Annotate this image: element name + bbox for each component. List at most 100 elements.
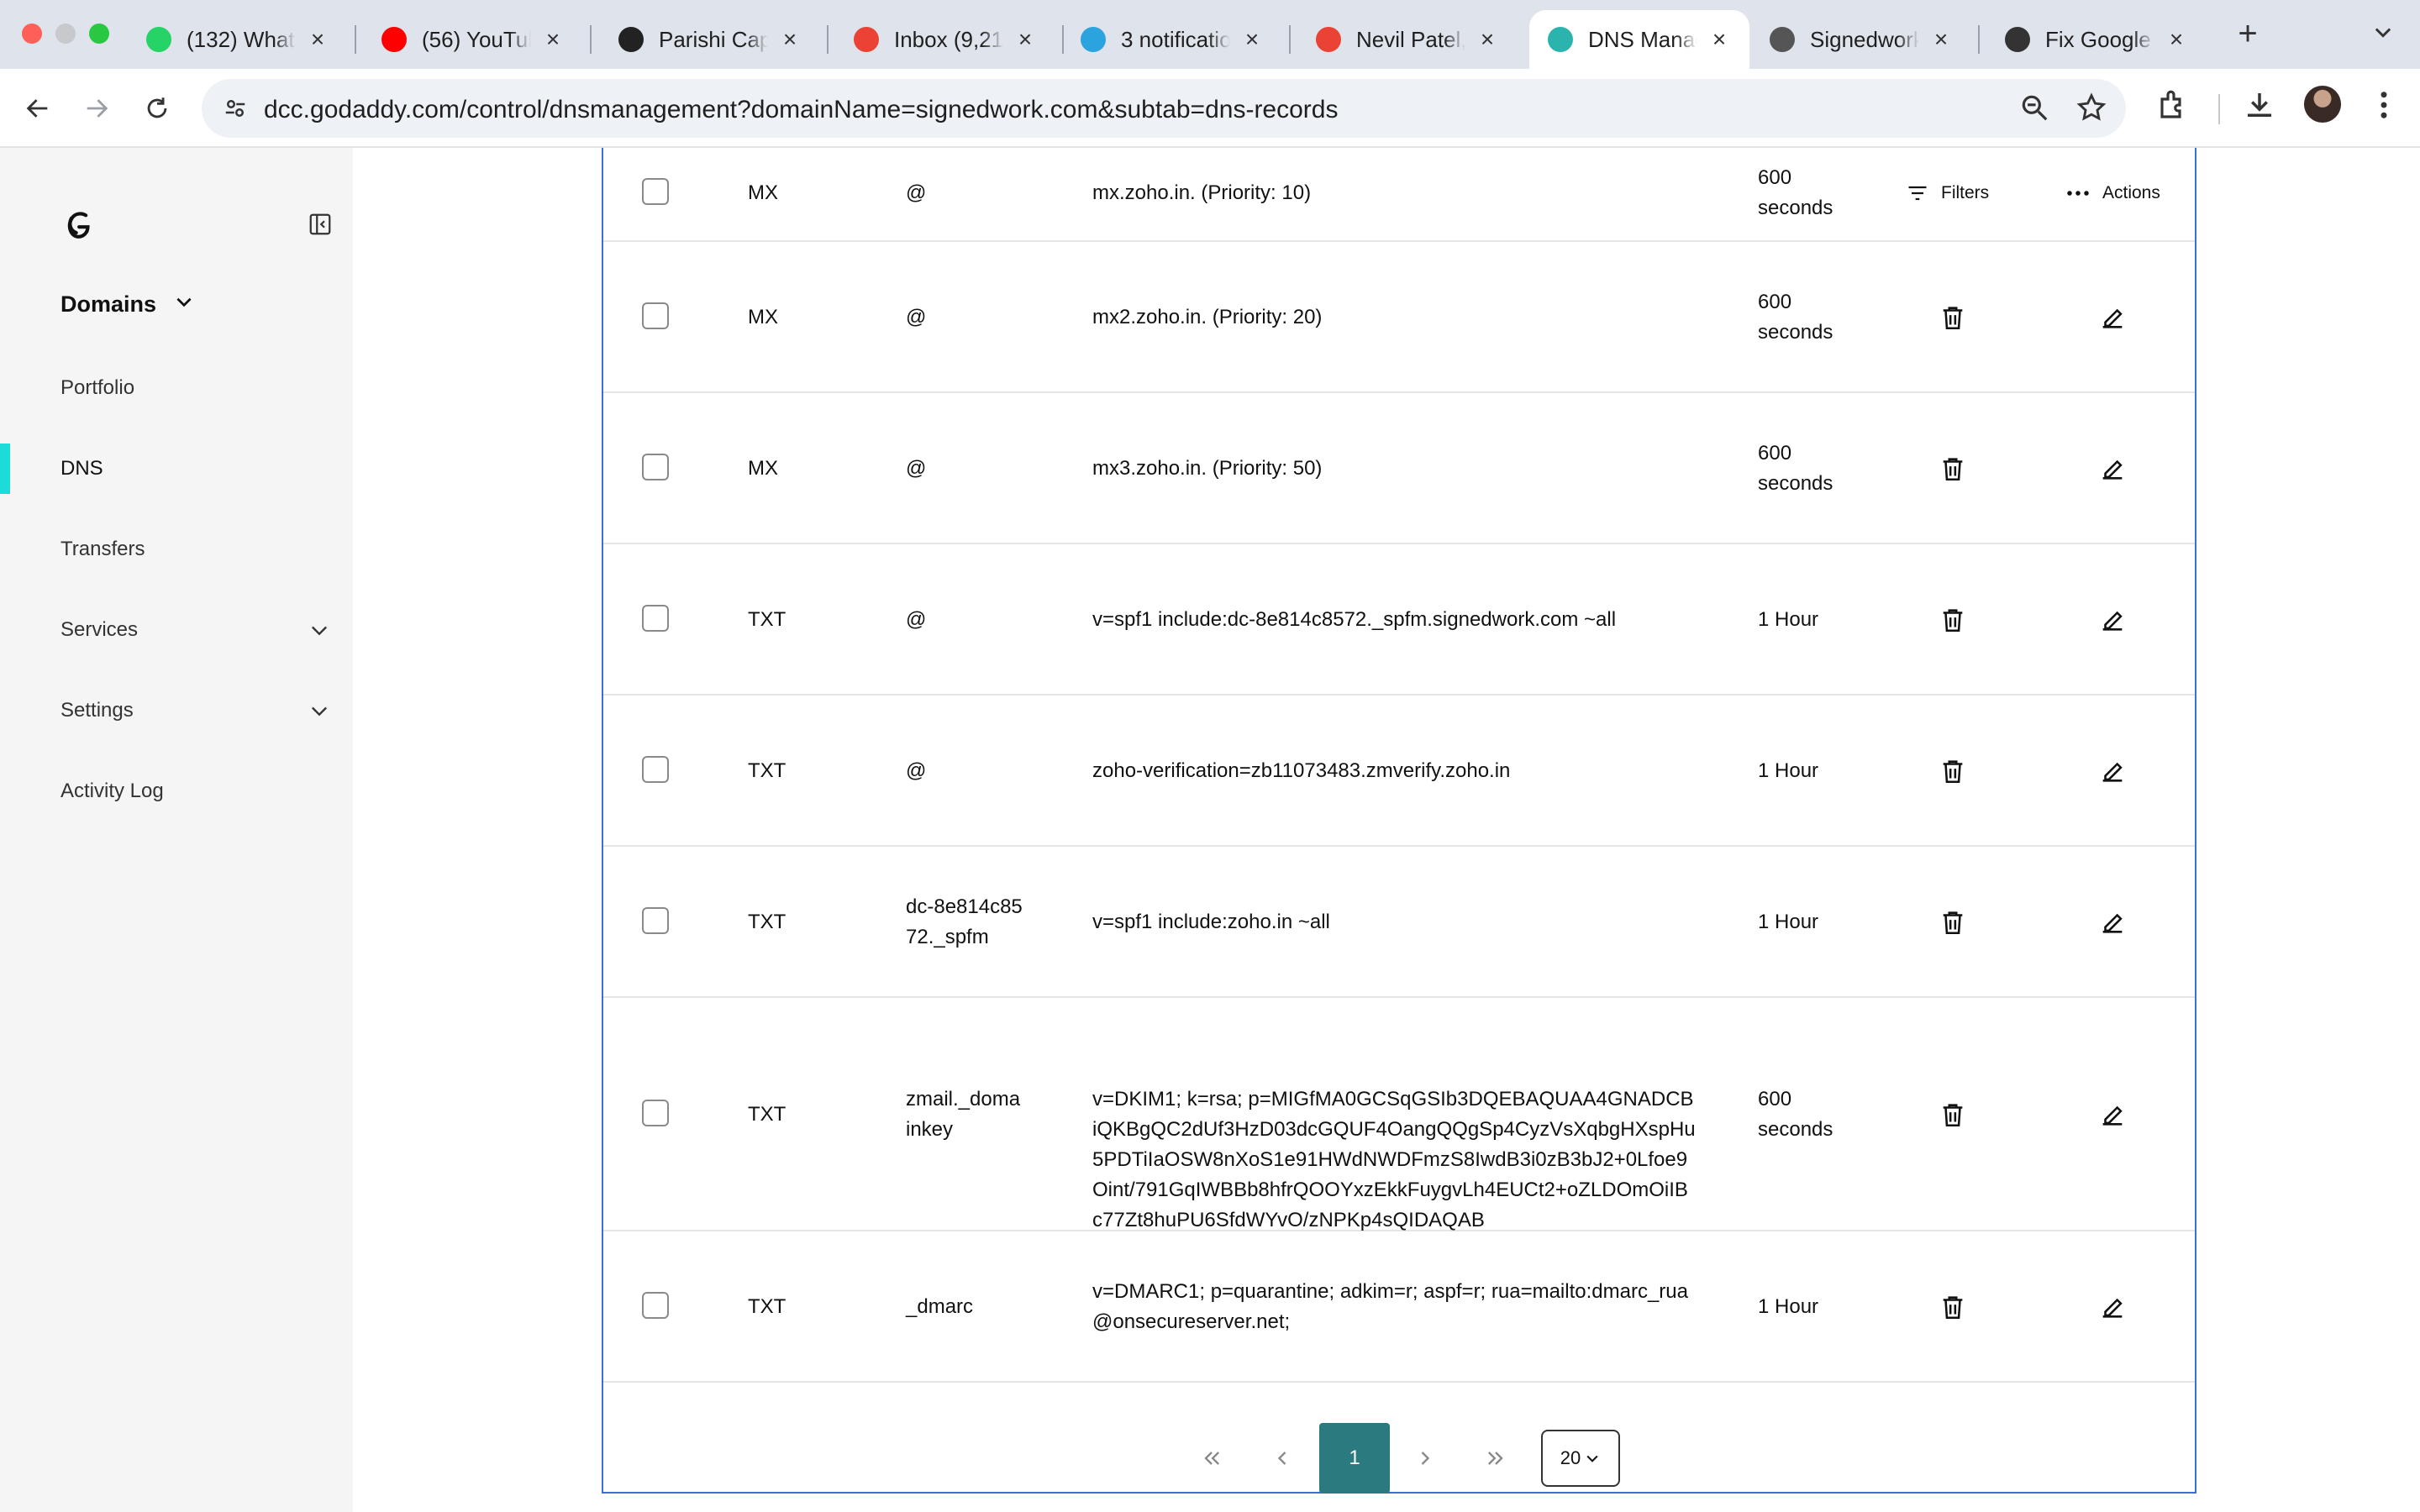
godaddy-icon	[1548, 27, 1573, 52]
record-name: @	[906, 181, 927, 204]
chevron-down-icon	[173, 291, 195, 318]
first-page-icon[interactable]	[1176, 1423, 1247, 1494]
close-tab-icon[interactable]: ×	[1013, 26, 1037, 53]
tab-title: (56) YouTube	[422, 26, 531, 52]
next-page-icon[interactable]	[1390, 1423, 1460, 1494]
edit-record-icon[interactable]	[2094, 299, 2131, 336]
browser-tab[interactable]: Inbox (9,211) ×	[835, 10, 1055, 69]
close-tab-icon[interactable]: ×	[1707, 26, 1731, 53]
row-checkbox[interactable]	[642, 907, 669, 934]
sidebar-item-portfolio[interactable]: Portfolio	[60, 376, 134, 400]
tab-title: Inbox (9,211)	[894, 26, 1003, 52]
gmail-icon	[1316, 27, 1341, 52]
close-tab-icon[interactable]: ×	[306, 26, 329, 53]
previous-page-icon[interactable]	[1247, 1423, 1318, 1494]
actions-button[interactable]: Actions	[2065, 183, 2160, 203]
page-size-select[interactable]: 20	[1541, 1430, 1620, 1487]
reload-icon[interactable]	[134, 86, 180, 131]
edit-record-icon[interactable]	[2094, 1096, 2131, 1133]
services-chevron-down-icon[interactable]	[308, 618, 331, 646]
table-row: TXT _dmarc v=DMARC1; p=quarantine; adkim=r…	[603, 1231, 2195, 1383]
new-tab-button[interactable]: +	[2227, 15, 2269, 53]
row-checkbox[interactable]	[642, 756, 669, 783]
browser-tab[interactable]: (132) WhatsApp ×	[128, 10, 348, 69]
row-checkbox[interactable]	[642, 302, 669, 329]
browser-tab-strip: (132) WhatsApp×(56) YouTube×Parishi Capi…	[0, 0, 2420, 69]
browser-tab[interactable]: (56) YouTube ×	[363, 10, 583, 69]
record-name: @	[906, 457, 927, 480]
delete-record-icon[interactable]	[1934, 1096, 1971, 1133]
downloads-icon[interactable]	[2242, 87, 2277, 127]
delete-record-icon[interactable]	[1934, 1289, 1971, 1326]
record-name: @	[906, 306, 927, 328]
edit-record-icon[interactable]	[2094, 904, 2131, 941]
close-tab-icon[interactable]: ×	[1240, 26, 1264, 53]
maximize-window-button[interactable]	[89, 24, 109, 44]
record-ttl: 600 seconds	[1758, 442, 1833, 495]
address-bar[interactable]: dcc.godaddy.com/control/dnsmanagement?do…	[202, 79, 2126, 138]
delete-record-icon[interactable]	[1934, 299, 1971, 336]
tab-separator	[590, 25, 592, 54]
close-tab-icon[interactable]: ×	[1929, 26, 1953, 53]
domains-section-label: Domains	[60, 291, 157, 317]
minimize-window-button[interactable]	[55, 24, 76, 44]
record-ttl: 600 seconds	[1758, 291, 1833, 344]
record-name: @	[906, 759, 927, 782]
close-tab-icon[interactable]: ×	[541, 26, 565, 53]
current-page-button[interactable]: 1	[1319, 1423, 1390, 1494]
edit-record-icon[interactable]	[2094, 450, 2131, 487]
edit-record-icon[interactable]	[2094, 753, 2131, 790]
globe-icon	[1770, 27, 1795, 52]
tab-title: Fix Google	[2045, 26, 2151, 52]
godaddy-logo-icon[interactable]	[59, 207, 97, 245]
row-checkbox[interactable]	[642, 1100, 669, 1126]
close-tab-icon[interactable]: ×	[2165, 26, 2188, 53]
edit-record-icon[interactable]	[2094, 1289, 2131, 1326]
back-icon[interactable]	[15, 86, 60, 131]
browser-tab[interactable]: Fix Google ×	[1986, 10, 2207, 69]
sidebar-item-activity-log[interactable]: Activity Log	[60, 780, 164, 803]
delete-record-icon[interactable]	[1934, 450, 1971, 487]
close-tab-icon[interactable]: ×	[1476, 26, 1499, 53]
browser-tab[interactable]: 3 notifications ×	[1062, 10, 1282, 69]
sidebar-item-settings[interactable]: Settings	[60, 699, 134, 722]
sidebar-item-services[interactable]: Services	[60, 618, 138, 642]
active-nav-indicator	[0, 444, 10, 494]
bookmark-star-icon[interactable]	[2075, 92, 2107, 128]
extensions-icon[interactable]	[2156, 87, 2191, 127]
forward-icon[interactable]	[74, 86, 119, 131]
row-checkbox[interactable]	[642, 454, 669, 480]
browser-tab[interactable]: Signedwork ×	[1751, 10, 1971, 69]
zoom-icon[interactable]	[2018, 92, 2050, 128]
tab-search-icon[interactable]	[2371, 20, 2395, 50]
close-window-button[interactable]	[22, 24, 42, 44]
row-checkbox[interactable]	[642, 178, 669, 205]
record-value: mx3.zoho.in. (Priority: 50)	[1092, 457, 1323, 480]
delete-record-icon[interactable]	[1934, 904, 1971, 941]
toolbar-divider	[2218, 94, 2220, 124]
delete-record-icon[interactable]	[1934, 753, 1971, 790]
delete-record-icon[interactable]	[1934, 601, 1971, 638]
browser-tab[interactable]: Parishi Capital ×	[600, 10, 820, 69]
sidebar-item-dns[interactable]: DNS	[60, 457, 103, 480]
tab-title: DNS Management	[1588, 26, 1697, 52]
site-info-icon[interactable]	[217, 90, 254, 127]
browser-menu-icon[interactable]	[2370, 87, 2398, 127]
browser-tab[interactable]: Nevil Patel, ×	[1297, 10, 1518, 69]
profile-avatar[interactable]	[2304, 86, 2341, 123]
record-name: _dmarc	[906, 1295, 974, 1318]
filter-icon	[1908, 186, 1927, 201]
last-page-icon[interactable]	[1460, 1423, 1531, 1494]
row-checkbox[interactable]	[642, 1292, 669, 1319]
row-checkbox[interactable]	[642, 605, 669, 632]
url-text: dcc.godaddy.com/control/dnsmanagement?do…	[264, 96, 1339, 123]
settings-chevron-down-icon[interactable]	[308, 699, 331, 727]
sidebar-item-transfers[interactable]: Transfers	[60, 538, 145, 561]
edit-record-icon[interactable]	[2094, 601, 2131, 638]
close-tab-icon[interactable]: ×	[778, 26, 802, 53]
collapse-sidebar-icon[interactable]	[308, 212, 333, 237]
browser-tab[interactable]: DNS Management ×	[1529, 10, 1749, 69]
filters-button[interactable]: Filters	[1906, 181, 1989, 205]
domains-section-toggle[interactable]: Domains	[60, 291, 195, 318]
more-dots-icon	[2067, 191, 2089, 196]
